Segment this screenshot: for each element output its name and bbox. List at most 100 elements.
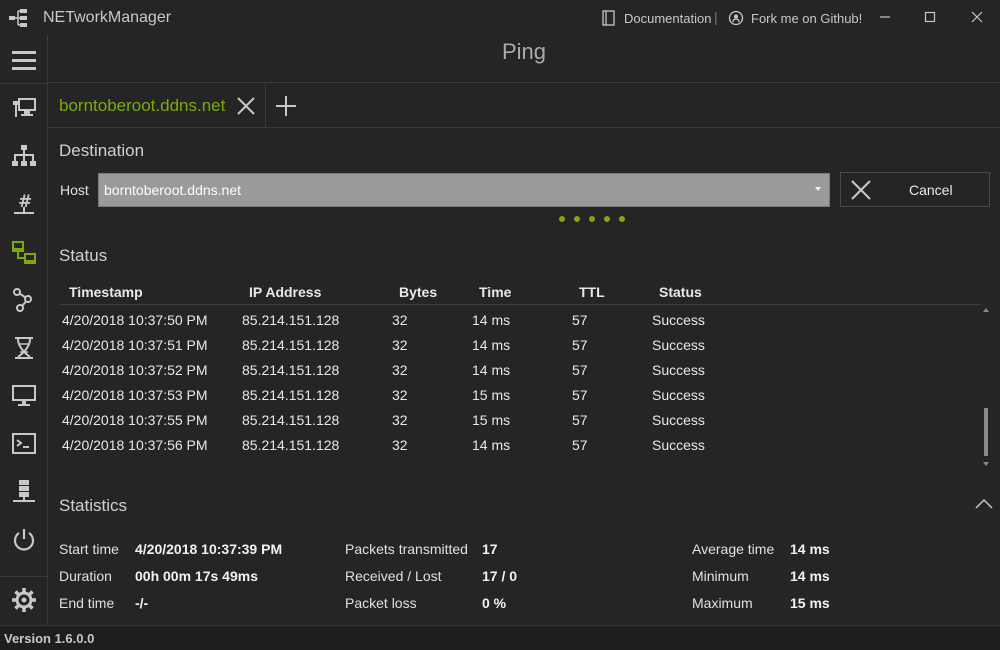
- book-icon: [602, 10, 615, 26]
- power-icon: [13, 529, 35, 551]
- progress-indicator: [559, 216, 625, 222]
- cancel-icon: [851, 180, 871, 200]
- cell-ttl: 57: [572, 387, 588, 403]
- documentation-link[interactable]: Documentation: [601, 10, 711, 26]
- cell-timestamp: 4/20/2018 10:37:51 PM: [62, 337, 208, 353]
- cell-time: 15 ms: [472, 387, 511, 403]
- sidebar-item-wake-on-lan[interactable]: [0, 520, 48, 560]
- cell-timestamp: 4/20/2018 10:37:50 PM: [62, 312, 208, 328]
- sidebar-item-server[interactable]: [0, 472, 48, 512]
- packets-transmitted-value: 17: [482, 541, 498, 557]
- close-window-button[interactable]: [955, 4, 999, 30]
- cell-time: 15 ms: [472, 412, 511, 428]
- packet-loss-label: Packet loss: [345, 595, 417, 611]
- sidebar-item-putty[interactable]: [0, 424, 48, 464]
- scrollbar-thumb[interactable]: [984, 408, 988, 456]
- sidebar: #: [0, 35, 48, 625]
- cell-ip-address: 85.214.151.128: [242, 362, 340, 378]
- column-header-time[interactable]: Time: [479, 284, 511, 300]
- cell-bytes: 32: [392, 412, 408, 428]
- close-tab-icon[interactable]: [235, 95, 257, 117]
- duration-label: Duration: [59, 568, 112, 584]
- sidebar-item-ip-scanner[interactable]: #: [0, 184, 48, 224]
- documentation-label: Documentation: [624, 10, 712, 26]
- packets-transmitted-label: Packets transmitted: [345, 541, 468, 557]
- table-row[interactable]: 4/20/2018 10:37:55 PM 85.214.151.128 32 15 …: [59, 408, 981, 433]
- statistics-heading: Statistics: [59, 496, 128, 515]
- cell-ip-address: 85.214.151.128: [242, 387, 340, 403]
- sidebar-item-remote-desktop[interactable]: [0, 88, 48, 128]
- minimize-icon: [880, 16, 890, 18]
- maximize-button[interactable]: [908, 4, 952, 30]
- cell-bytes: 32: [392, 387, 408, 403]
- sidebar-item-ping[interactable]: [0, 232, 48, 272]
- sidebar-divider: [0, 576, 48, 577]
- cancel-button[interactable]: Cancel: [840, 172, 990, 207]
- duration-value: 00h 00m 17s 49ms: [135, 568, 258, 584]
- table-row[interactable]: 4/20/2018 10:37:53 PM 85.214.151.128 32 15 …: [59, 383, 981, 408]
- chevron-down-icon[interactable]: [815, 187, 821, 191]
- received-lost-value: 17 / 0: [482, 568, 518, 584]
- scroll-down-icon[interactable]: [983, 462, 989, 466]
- table-row[interactable]: 4/20/2018 10:37:51 PM 85.214.151.128 32 14 …: [59, 333, 981, 358]
- minimize-button[interactable]: [863, 4, 907, 30]
- maximum-label: Maximum: [692, 595, 753, 611]
- app-logo-icon: [9, 9, 27, 27]
- traceroute-icon: [13, 288, 32, 312]
- received-lost-label: Received / Lost: [345, 568, 442, 584]
- dna-icon: [15, 337, 33, 359]
- app-title: NETworkManager: [43, 9, 172, 26]
- chevron-up-icon[interactable]: [974, 496, 994, 512]
- start-time-value: 4/20/2018 10:37:39 PM: [135, 541, 283, 557]
- cell-ttl: 57: [572, 312, 588, 328]
- table-row[interactable]: 4/20/2018 10:37:56 PM 85.214.151.128 32 14 …: [59, 433, 981, 458]
- add-tab-icon[interactable]: [274, 94, 298, 118]
- column-header-ttl[interactable]: TTL: [579, 284, 605, 300]
- status-heading: Status: [59, 246, 108, 265]
- progress-dot: [559, 216, 565, 222]
- menu-icon: [12, 51, 36, 70]
- sidebar-item-dns-lookup[interactable]: [0, 328, 48, 368]
- hash-network-icon: #: [14, 192, 34, 214]
- sidebar-item-traceroute[interactable]: [0, 280, 48, 320]
- minimum-value: 14 ms: [790, 568, 830, 584]
- cell-bytes: 32: [392, 437, 408, 453]
- tab-label: borntoberoot.ddns.net: [59, 96, 226, 115]
- sidebar-item-remote-desktop-monitor[interactable]: [0, 376, 48, 416]
- cell-ttl: 57: [572, 362, 588, 378]
- tab-host[interactable]: borntoberoot.ddns.net: [48, 84, 266, 127]
- table-scrollbar[interactable]: [982, 308, 990, 470]
- table-header: Timestamp IP Address Bytes Time TTL Stat…: [59, 280, 981, 305]
- column-header-ip-address[interactable]: IP Address: [249, 284, 321, 300]
- ping-icon: [12, 241, 36, 264]
- column-header-bytes[interactable]: Bytes: [399, 284, 437, 300]
- table-row[interactable]: 4/20/2018 10:37:52 PM 85.214.151.128 32 14 …: [59, 358, 981, 383]
- settings-icon: [12, 588, 36, 612]
- column-header-status[interactable]: Status: [659, 284, 702, 300]
- table-row[interactable]: 4/20/2018 10:37:50 PM 85.214.151.128 32 14 …: [59, 308, 981, 333]
- title-bar: NETworkManager Documentation | Fork me o…: [0, 0, 1000, 35]
- scroll-up-icon[interactable]: [983, 308, 989, 312]
- status-bar: Version 1.6.0.0: [0, 625, 1000, 650]
- terminal-icon: [12, 433, 36, 454]
- github-icon: [728, 10, 744, 26]
- cell-status: Success: [652, 337, 705, 353]
- cell-time: 14 ms: [472, 437, 511, 453]
- hamburger-menu-button[interactable]: [0, 40, 48, 80]
- column-header-timestamp[interactable]: Timestamp: [69, 284, 143, 300]
- github-link[interactable]: Fork me on Github!: [728, 10, 862, 26]
- sidebar-item-network-topology[interactable]: [0, 136, 48, 176]
- cell-status: Success: [652, 312, 705, 328]
- host-combobox[interactable]: borntoberoot.ddns.net: [98, 173, 830, 207]
- title-bar-separator: |: [714, 9, 718, 25]
- progress-dot: [574, 216, 580, 222]
- cell-timestamp: 4/20/2018 10:37:55 PM: [62, 412, 208, 428]
- cell-bytes: 32: [392, 362, 408, 378]
- progress-dot: [604, 216, 610, 222]
- sidebar-item-settings[interactable]: [0, 580, 48, 620]
- average-time-label: Average time: [692, 541, 775, 557]
- network-topology-icon: [12, 145, 36, 166]
- minimum-label: Minimum: [692, 568, 749, 584]
- close-icon: [971, 11, 983, 23]
- packet-loss-value: 0 %: [482, 595, 507, 611]
